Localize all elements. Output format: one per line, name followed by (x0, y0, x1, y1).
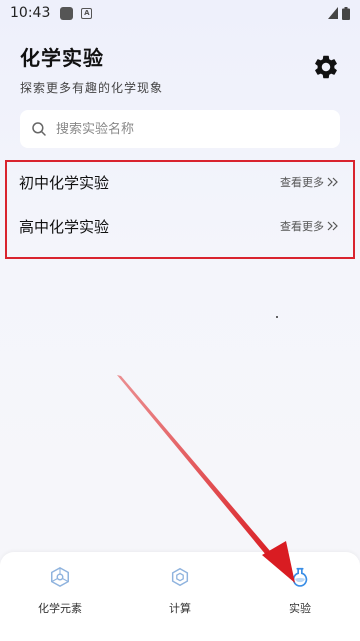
header: 化学实验 探索更多有趣的化学现象 (20, 42, 163, 96)
settings-button[interactable] (312, 53, 340, 81)
page-title: 化学实验 (20, 46, 104, 70)
nav-tab-calculate[interactable]: 计算 (140, 566, 220, 616)
nav-label: 化学元素 (38, 602, 82, 615)
nav-label: 计算 (169, 602, 191, 615)
flask-icon (292, 567, 308, 587)
signal-icon (328, 7, 338, 19)
dot-mark (276, 316, 278, 318)
app-notification-icon (60, 6, 74, 20)
search-input[interactable] (56, 121, 316, 137)
status-time: 10:43 (10, 5, 51, 21)
annotation-arrow (117, 375, 295, 583)
search-icon (32, 122, 46, 136)
search-box[interactable] (20, 110, 340, 148)
nav-tab-experiment[interactable]: 实验 (260, 566, 340, 616)
accessibility-icon: A (81, 7, 93, 19)
bottom-nav: 化学元素 计算 实验 (0, 552, 360, 641)
status-bar: 10:43 A (0, 0, 360, 26)
nav-label: 实验 (289, 602, 311, 615)
page-subtitle: 探索更多有趣的化学现象 (20, 81, 164, 95)
battery-icon (342, 6, 350, 20)
molecule-icon (171, 567, 189, 587)
gear-icon (315, 55, 337, 79)
atom-icon (51, 566, 69, 588)
annotation-highlight-box (5, 160, 355, 259)
nav-tab-elements[interactable]: 化学元素 (20, 566, 100, 616)
